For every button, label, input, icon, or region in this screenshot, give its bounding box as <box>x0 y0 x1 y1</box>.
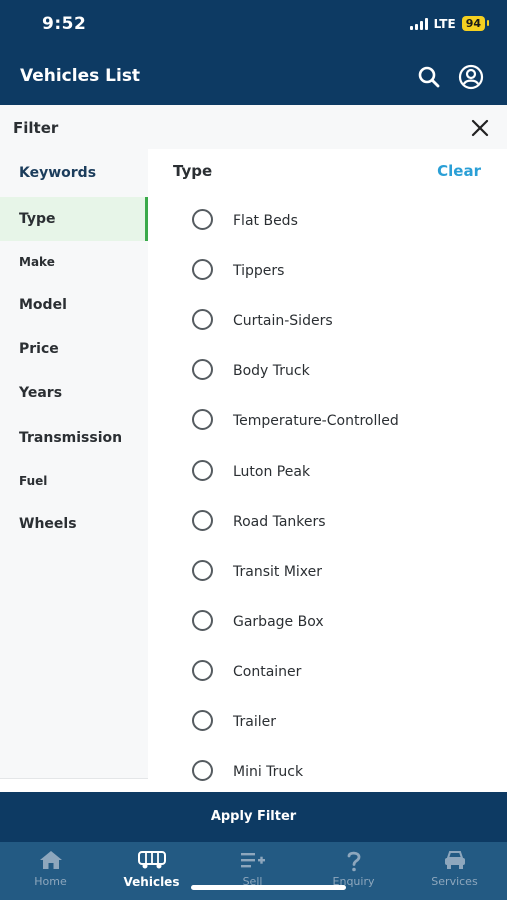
tab-label: Vehicles <box>123 875 180 889</box>
type-option-luton-peak[interactable]: Luton Peak <box>190 459 490 489</box>
radio-button[interactable] <box>192 209 213 230</box>
type-option-tippers[interactable]: Tippers <box>190 258 490 288</box>
radio-button[interactable] <box>192 660 213 681</box>
sidebar-item-transmission[interactable]: Transmission <box>0 416 148 460</box>
option-label: Luton Peak <box>233 464 311 480</box>
filter-title: Filter <box>13 119 59 137</box>
clear-button[interactable]: Clear <box>437 162 481 180</box>
tab-label: Home <box>34 875 67 888</box>
option-label: Curtain-Siders <box>233 313 333 329</box>
radio-button[interactable] <box>192 460 213 481</box>
sidebar-item-keywords[interactable]: Keywords <box>0 151 148 195</box>
sidebar-item-make[interactable]: Make <box>0 240 148 284</box>
option-label: Garbage Box <box>233 614 324 630</box>
status-indicators: LTE 94 <box>409 16 490 31</box>
radio-button[interactable] <box>192 760 213 781</box>
sidebar-item-label: Keywords <box>19 165 97 181</box>
type-option-mini-truck[interactable]: Mini Truck <box>190 759 490 789</box>
home-indicator <box>191 885 346 890</box>
radio-button[interactable] <box>192 259 213 280</box>
radio-button[interactable] <box>192 409 213 430</box>
sidebar-item-label: Model <box>19 297 67 313</box>
option-label: Transit Mixer <box>233 564 323 580</box>
sidebar-item-label: Wheels <box>19 516 77 532</box>
sidebar-item-type[interactable]: Type <box>0 197 148 241</box>
option-label: Trailer <box>233 714 276 730</box>
tab-services[interactable]: Services <box>404 842 505 900</box>
radio-button[interactable] <box>192 560 213 581</box>
close-icon[interactable] <box>469 117 491 139</box>
sidebar-item-model[interactable]: Model <box>0 283 148 327</box>
option-label: Mini Truck <box>233 764 304 780</box>
home-icon <box>39 851 62 869</box>
type-option-body-truck[interactable]: Body Truck <box>190 358 490 388</box>
tab-home[interactable]: Home <box>0 842 101 900</box>
top-bar: 9:52 LTE 94 Vehicles List <box>0 0 507 105</box>
sidebar-divider <box>0 778 148 779</box>
type-option-trailer[interactable]: Trailer <box>190 709 490 739</box>
type-option-flat-beds[interactable]: Flat Beds <box>190 208 490 238</box>
signal-icon <box>409 17 428 30</box>
sidebar-item-fuel[interactable]: Fuel <box>0 459 148 503</box>
type-option-curtain-siders[interactable]: Curtain-Siders <box>190 308 490 338</box>
radio-button[interactable] <box>192 309 213 330</box>
battery-icon: 94 <box>461 16 490 31</box>
option-label: Container <box>233 664 302 680</box>
option-label: Temperature-Controlled <box>233 413 399 429</box>
option-label: Flat Beds <box>233 213 298 229</box>
radio-button[interactable] <box>192 359 213 380</box>
type-option-road-tankers[interactable]: Road Tankers <box>190 509 490 539</box>
apply-filter-button[interactable]: Apply Filter <box>0 792 507 842</box>
sidebar-item-label: Price <box>19 341 59 357</box>
option-label: Road Tankers <box>233 514 326 530</box>
search-icon[interactable] <box>416 64 442 90</box>
services-icon <box>444 851 465 869</box>
sell-icon <box>240 853 265 868</box>
sidebar-item-label: Years <box>19 385 63 401</box>
status-time: 9:52 <box>42 14 87 34</box>
option-label: Tippers <box>233 263 285 279</box>
tab-label: Services <box>431 875 478 888</box>
page-title: Vehicles List <box>20 66 141 86</box>
profile-icon[interactable] <box>458 64 484 90</box>
type-option-transit-mixer[interactable]: Transit Mixer <box>190 559 490 589</box>
bottom-tab-bar: Home Vehicles Sell Enquiry Services <box>0 842 507 900</box>
radio-button[interactable] <box>192 710 213 731</box>
sidebar-item-price[interactable]: Price <box>0 327 148 371</box>
type-option-garbage-box[interactable]: Garbage Box <box>190 609 490 639</box>
enquiry-icon <box>347 851 360 872</box>
sidebar-item-wheels[interactable]: Wheels <box>0 502 148 546</box>
apply-filter-label: Apply Filter <box>210 809 297 824</box>
radio-button[interactable] <box>192 610 213 631</box>
filter-header: Filter <box>0 105 507 149</box>
sidebar-item-label: Make <box>19 255 55 269</box>
sidebar-item-label: Fuel <box>19 474 48 488</box>
type-option-container[interactable]: Container <box>190 659 490 689</box>
option-label: Body Truck <box>233 363 310 379</box>
sidebar-item-label: Transmission <box>19 430 123 446</box>
tab-enquiry[interactable]: Enquiry <box>303 842 404 900</box>
radio-button[interactable] <box>192 510 213 531</box>
sidebar-item-label: Type <box>19 211 56 227</box>
tab-vehicles[interactable]: Vehicles <box>101 842 202 900</box>
type-option-temperature-controlled[interactable]: Temperature-Controlled <box>190 408 490 438</box>
sidebar-item-years[interactable]: Years <box>0 371 148 415</box>
network-label: LTE <box>433 16 456 31</box>
tab-sell[interactable]: Sell <box>202 842 303 900</box>
vehicles-icon <box>137 851 166 869</box>
section-title: Type <box>173 162 213 180</box>
